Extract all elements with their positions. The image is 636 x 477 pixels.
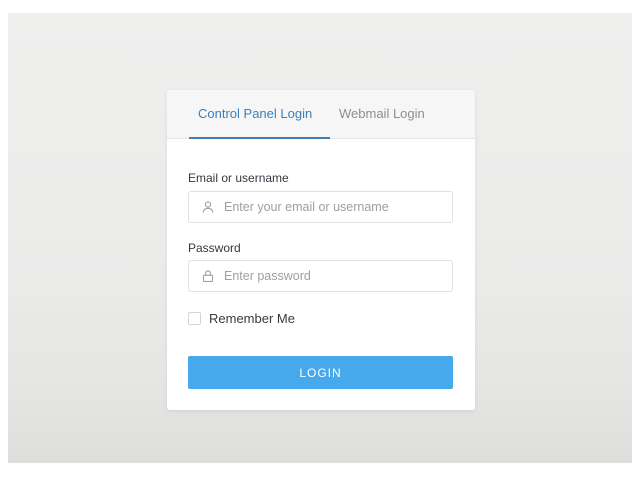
page-background: Control Panel Login Webmail Login Email …	[8, 13, 632, 463]
lock-icon	[201, 269, 215, 283]
tab-control-panel-login[interactable]: Control Panel Login	[198, 106, 312, 121]
tab-webmail-login[interactable]: Webmail Login	[339, 106, 425, 121]
password-input[interactable]	[224, 261, 444, 291]
remember-me-label[interactable]: Remember Me	[209, 311, 295, 326]
login-card: Control Panel Login Webmail Login Email …	[167, 90, 475, 410]
login-button[interactable]: LOGIN	[188, 356, 453, 389]
active-tab-indicator	[189, 137, 330, 139]
password-label: Password	[188, 241, 241, 255]
email-field[interactable]	[188, 191, 453, 223]
remember-me-checkbox[interactable]	[188, 312, 201, 325]
email-input[interactable]	[224, 192, 444, 222]
user-icon	[201, 200, 215, 214]
email-label: Email or username	[188, 171, 289, 185]
password-field[interactable]	[188, 260, 453, 292]
login-tabs: Control Panel Login Webmail Login	[167, 90, 475, 139]
